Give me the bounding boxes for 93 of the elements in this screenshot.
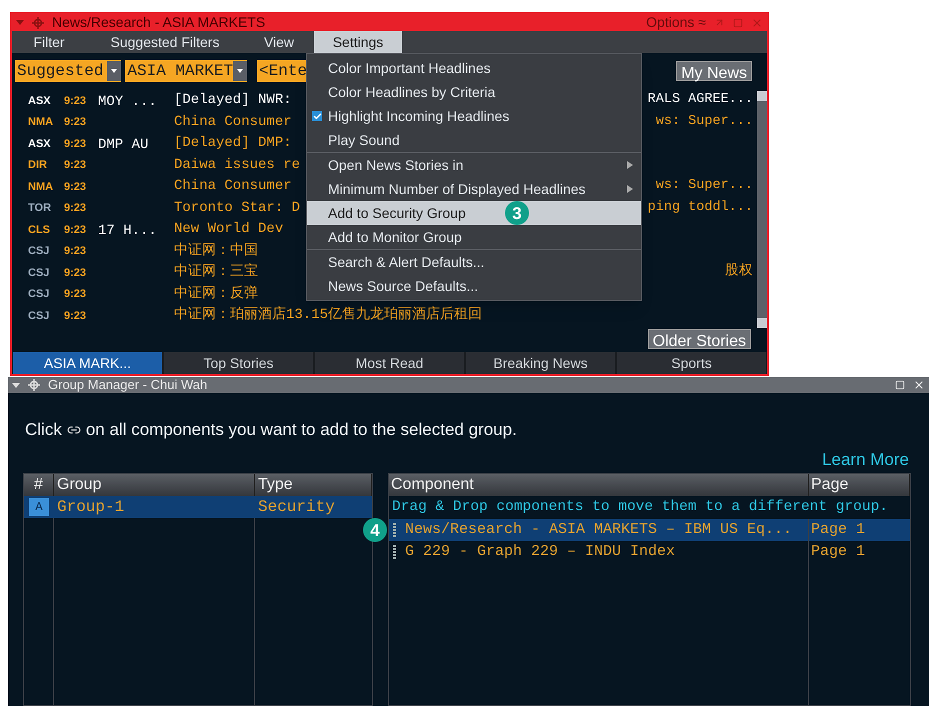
instruction-text: Click xyxy=(25,419,62,441)
menu-item[interactable]: Play Sound xyxy=(307,128,641,152)
menu-item[interactable]: Color Headlines by Criteria xyxy=(307,80,641,104)
table-cell-text: Page 1 xyxy=(810,520,866,540)
table-cell-text: G 229 - Graph 229 – INDU Index xyxy=(405,542,676,562)
headline[interactable]: ws: Super... xyxy=(656,176,753,198)
news-source: CLS xyxy=(28,222,51,238)
headline[interactable]: 中证网：反弹 xyxy=(174,284,258,305)
menu-item[interactable]: Add to Security Group 3 xyxy=(307,201,641,225)
news-tab[interactable]: Top Stories xyxy=(164,352,313,374)
headline[interactable]: New World Dev xyxy=(174,219,284,240)
step-number-badge: 3 xyxy=(505,201,529,225)
step-number-badge: 4 xyxy=(363,518,387,542)
drag-handle-icon[interactable] xyxy=(393,545,397,559)
table-cell-text: Page 1 xyxy=(810,542,866,562)
component-row[interactable]: G 229 - Graph 229 – INDU Index Page 1 xyxy=(389,541,910,563)
news-time: 9:23 xyxy=(64,115,88,130)
headline[interactable]: 股权 xyxy=(725,262,753,284)
menu-item[interactable]: Minimum Number of Displayed Headlines xyxy=(307,177,641,201)
window-title: Group Manager - Chui Wah xyxy=(48,376,208,394)
news-time: 9:23 xyxy=(64,222,88,238)
menu-item[interactable]: Open News Stories in xyxy=(307,153,641,177)
window-title: News/Research - ASIA MARKETS xyxy=(52,13,266,32)
headline[interactable]: 中证网：珀丽酒店13.15亿售九龙珀丽酒店后租回 xyxy=(174,305,482,326)
menu-item[interactable]: Highlight Incoming Headlines xyxy=(307,104,641,128)
news-source: CSJ xyxy=(28,244,50,259)
component-row[interactable]: News/Research - ASIA MARKETS – IBM US Eq... Page 1 xyxy=(389,519,910,541)
news-source: CSJ xyxy=(28,287,50,302)
news-time: 9:23 xyxy=(64,287,88,302)
news-tab[interactable]: Breaking News xyxy=(466,352,615,374)
news-time: 9:23 xyxy=(64,266,88,280)
submenu-arrow-icon xyxy=(627,161,633,169)
submenu-arrow-icon xyxy=(627,185,633,193)
ticker: MOY ... xyxy=(98,94,157,110)
table-cell-text: Group-1 xyxy=(56,497,126,518)
headline[interactable]: Daiwa issues re xyxy=(174,154,300,176)
group-row[interactable]: A Group-1 Security xyxy=(24,496,372,518)
news-tab[interactable]: Most Read xyxy=(315,352,464,374)
news-time: 9:23 xyxy=(64,201,88,216)
news-source: CSJ xyxy=(28,266,50,280)
group-id-badge: A xyxy=(29,498,49,516)
move-icon[interactable] xyxy=(32,16,44,28)
learn-more-link[interactable]: Learn More xyxy=(822,446,909,472)
news-source: ASX xyxy=(28,94,52,108)
news-source: NMA xyxy=(28,180,54,194)
menu-tab[interactable]: Filter xyxy=(12,31,86,53)
news-time: 9:23 xyxy=(64,244,88,259)
news-tab[interactable]: Sports xyxy=(617,352,766,374)
scrollbar[interactable] xyxy=(757,91,767,328)
menu-tab[interactable]: Settings xyxy=(314,31,402,53)
my-news-button[interactable]: My News xyxy=(676,61,752,81)
column-header[interactable]: Component xyxy=(389,474,809,496)
table-cell-text: News/Research - ASIA MARKETS – IBM US Eq... xyxy=(405,520,792,540)
table-cell-text: Security xyxy=(257,497,336,518)
close-icon[interactable] xyxy=(913,379,925,391)
drag-drop-hint: Drag & Drop components to move them to a different group. xyxy=(392,498,888,517)
news-time: 9:23 xyxy=(64,180,88,194)
drag-handle-icon[interactable] xyxy=(393,523,397,537)
headline[interactable]: 中证网：三宝 xyxy=(174,262,258,284)
column-header[interactable]: Page xyxy=(809,474,910,496)
headline[interactable]: Toronto Star: D xyxy=(174,198,300,219)
news-source: ASX xyxy=(28,136,52,152)
news-time: 9:23 xyxy=(64,308,88,324)
ticker: 17 H... xyxy=(98,222,157,239)
news-source: CSJ xyxy=(28,308,50,324)
menu-item[interactable]: Color Important Headlines xyxy=(307,56,641,80)
news-source: DIR xyxy=(28,158,48,173)
news-source: NMA xyxy=(28,115,54,130)
news-time: 9:23 xyxy=(64,94,88,108)
menu-item[interactable]: Search & Alert Defaults... xyxy=(307,250,641,274)
menu-tab[interactable]: Suggested Filters xyxy=(86,31,244,53)
news-tab[interactable]: ASIA MARK... xyxy=(13,352,162,374)
market-dropdown[interactable]: ASIA MARKET xyxy=(125,60,248,82)
headline[interactable]: 中证网：中国 xyxy=(174,240,258,262)
headline[interactable]: China Consumer xyxy=(174,112,292,133)
news-time: 9:23 xyxy=(64,136,88,152)
suggested-dropdown[interactable]: Suggested xyxy=(15,60,122,82)
headline[interactable]: ws: Super... xyxy=(656,112,753,133)
menu-tab[interactable]: View xyxy=(244,31,314,53)
headline[interactable]: ping toddl... xyxy=(648,198,753,219)
instruction-text: on all components you want to add to the selected group. xyxy=(86,419,517,441)
older-stories-button[interactable]: Older Stories xyxy=(648,328,751,348)
headline[interactable]: China Consumer xyxy=(174,176,292,198)
news-source: TOR xyxy=(28,201,52,216)
news-time: 9:23 xyxy=(64,158,88,173)
headline[interactable]: RALS AGREE... xyxy=(648,90,753,112)
menu-item[interactable]: News Source Defaults... xyxy=(307,274,641,298)
collapse-arrow-icon[interactable] xyxy=(16,20,24,25)
headline[interactable]: [Delayed] NWR: xyxy=(174,90,292,112)
headline[interactable]: [Delayed] DMP: xyxy=(174,133,292,154)
ticker: DMP AU xyxy=(98,136,148,153)
checkbox[interactable] xyxy=(312,111,322,121)
menu-item[interactable]: Add to Monitor Group xyxy=(307,225,641,249)
